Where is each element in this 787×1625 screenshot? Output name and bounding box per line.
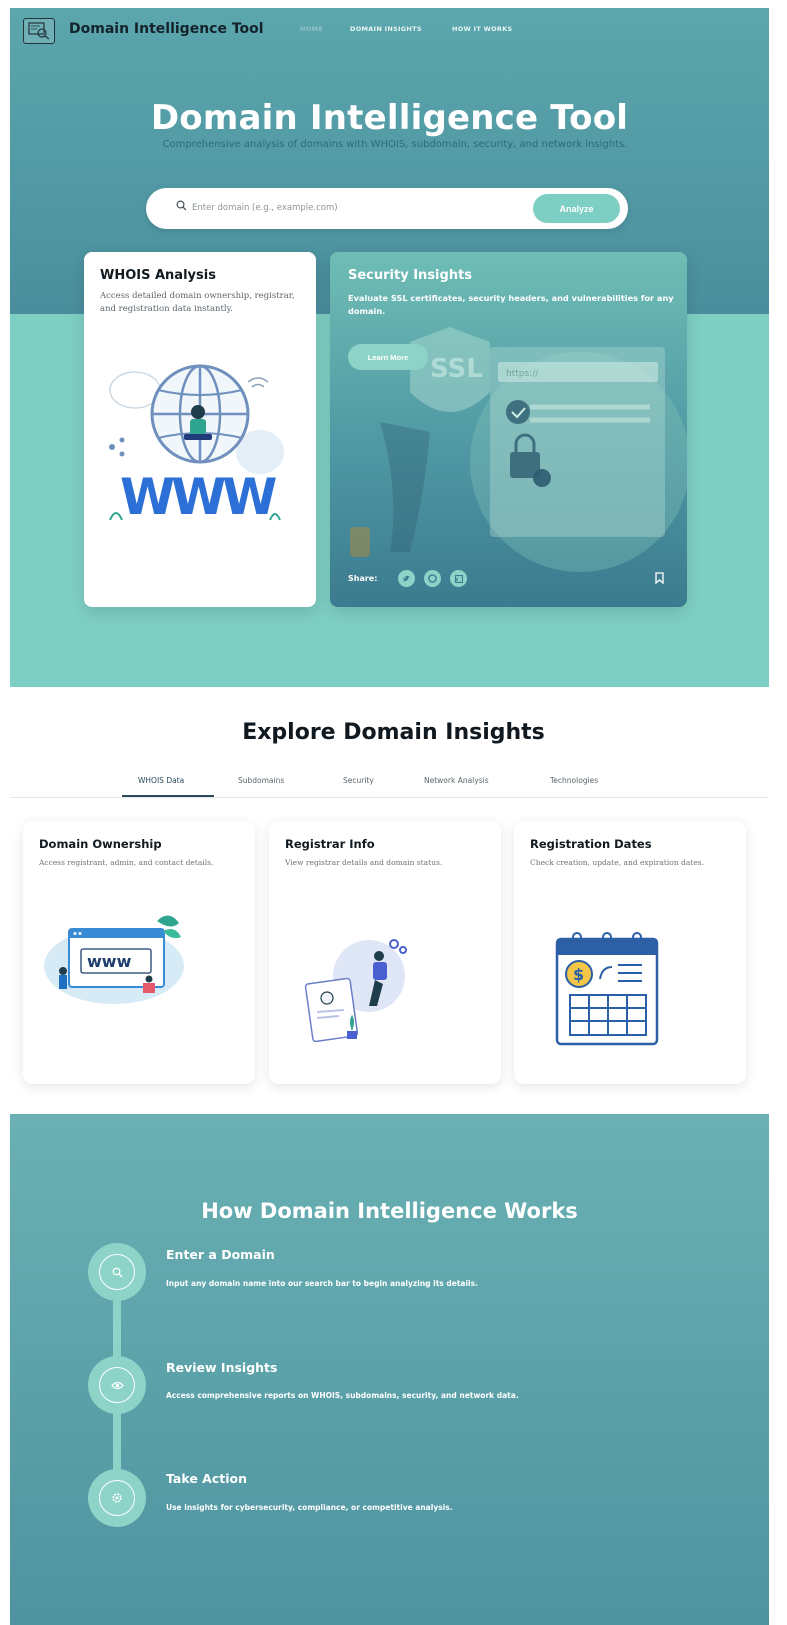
- step-2-title: Review Insights: [166, 1360, 278, 1375]
- bookmark-icon[interactable]: [655, 572, 664, 584]
- analyze-button[interactable]: Analyze: [533, 194, 620, 223]
- search-bar: Analyze: [146, 188, 628, 229]
- gear-icon: [112, 1493, 122, 1503]
- top-nav: Domain Intelligence Tool HOME DOMAIN INS…: [10, 8, 769, 48]
- ssl-art-label: SSL: [430, 354, 483, 384]
- registrar-info-card[interactable]: Registrar Info View registrar details an…: [269, 821, 501, 1084]
- hero-title: Domain Intelligence Tool: [150, 98, 629, 138]
- step-1-badge: [88, 1243, 146, 1301]
- registrar-info-description: View registrar details and domain status…: [285, 858, 443, 867]
- tab-whois-data[interactable]: WHOIS Data: [138, 776, 184, 785]
- domain-ownership-description: Access registrant, admin, and contact de…: [39, 858, 214, 867]
- globe-www-illustration: WWW: [109, 364, 284, 526]
- step-3-badge: [88, 1469, 146, 1527]
- domain-search-icon[interactable]: [23, 18, 55, 44]
- domain-search-input[interactable]: [192, 199, 522, 217]
- registration-dates-title: Registration Dates: [530, 837, 652, 851]
- step-3-description: Use insights for cybersecurity, complian…: [166, 1503, 453, 1512]
- security-card-title: Security Insights: [348, 268, 473, 283]
- whois-card-description: Access detailed domain ownership, regist…: [100, 291, 295, 314]
- step-2-description: Access comprehensive reports on WHOIS, s…: [166, 1391, 519, 1400]
- registration-dates-description: Check creation, update, and expiration d…: [530, 858, 704, 867]
- svg-text:$: $: [573, 965, 584, 984]
- security-card-description: Evaluate SSL certificates, security head…: [348, 293, 674, 316]
- brand-title[interactable]: Domain Intelligence Tool: [69, 21, 264, 37]
- domain-ownership-title: Domain Ownership: [39, 837, 162, 851]
- www-art-label: www: [87, 952, 132, 971]
- pinterest-icon[interactable]: [424, 570, 441, 587]
- how-it-works-section: How Domain Intelligence Works Enter a Do…: [10, 1114, 769, 1625]
- tab-security[interactable]: Security: [343, 776, 374, 785]
- tab-technologies[interactable]: Technologies: [550, 776, 598, 785]
- twitter-icon[interactable]: [398, 570, 415, 587]
- share-label: Share:: [348, 574, 378, 583]
- learn-more-button[interactable]: Learn More: [348, 344, 428, 370]
- whois-analysis-card[interactable]: WHOIS Analysis Access detailed domain ow…: [84, 252, 316, 607]
- https-art-label: https://: [506, 369, 539, 379]
- nav-link-how-it-works[interactable]: HOW IT WORKS: [452, 25, 513, 33]
- step-3-title: Take Action: [166, 1471, 247, 1486]
- step-2-badge: [88, 1356, 146, 1414]
- hero-subtitle: Comprehensive analysis of domains with W…: [162, 139, 628, 150]
- eye-icon: [110, 1381, 124, 1389]
- registrar-info-title: Registrar Info: [285, 837, 375, 851]
- explore-section-title: Explore Domain Insights: [242, 720, 545, 745]
- registration-dates-card[interactable]: Registration Dates Check creation, updat…: [514, 821, 746, 1084]
- nav-link-domain-insights[interactable]: DOMAIN INSIGHTS: [350, 25, 422, 33]
- domain-ownership-card[interactable]: Domain Ownership Access registrant, admi…: [23, 821, 255, 1084]
- step-1-title: Enter a Domain: [166, 1247, 275, 1262]
- calendar-dollar-illustration: $: [555, 932, 659, 1046]
- search-icon: [112, 1267, 122, 1277]
- search-icon: [176, 200, 187, 211]
- how-section-title: How Domain Intelligence Works: [201, 1199, 578, 1223]
- step-1-description: Input any domain name into our search ba…: [166, 1279, 478, 1288]
- registrar-info-illustration: [304, 939, 407, 1043]
- tab-subdomains[interactable]: Subdomains: [238, 776, 284, 785]
- security-insights-card[interactable]: SSL https:// Security Insights Evaluate …: [330, 252, 687, 607]
- whois-card-title: WHOIS Analysis: [100, 268, 216, 283]
- tab-network-analysis[interactable]: Network Analysis: [424, 776, 489, 785]
- svg-text:WWW: WWW: [120, 468, 276, 526]
- domain-ownership-illustration: www: [44, 915, 184, 1004]
- hero-section: Domain Intelligence Tool HOME DOMAIN INS…: [10, 8, 769, 687]
- nav-link-home[interactable]: HOME: [300, 25, 323, 33]
- explore-tabs: WHOIS Data Subdomains Security Network A…: [10, 768, 769, 798]
- active-tab-indicator: [122, 795, 214, 797]
- linkedin-icon[interactable]: [450, 570, 467, 587]
